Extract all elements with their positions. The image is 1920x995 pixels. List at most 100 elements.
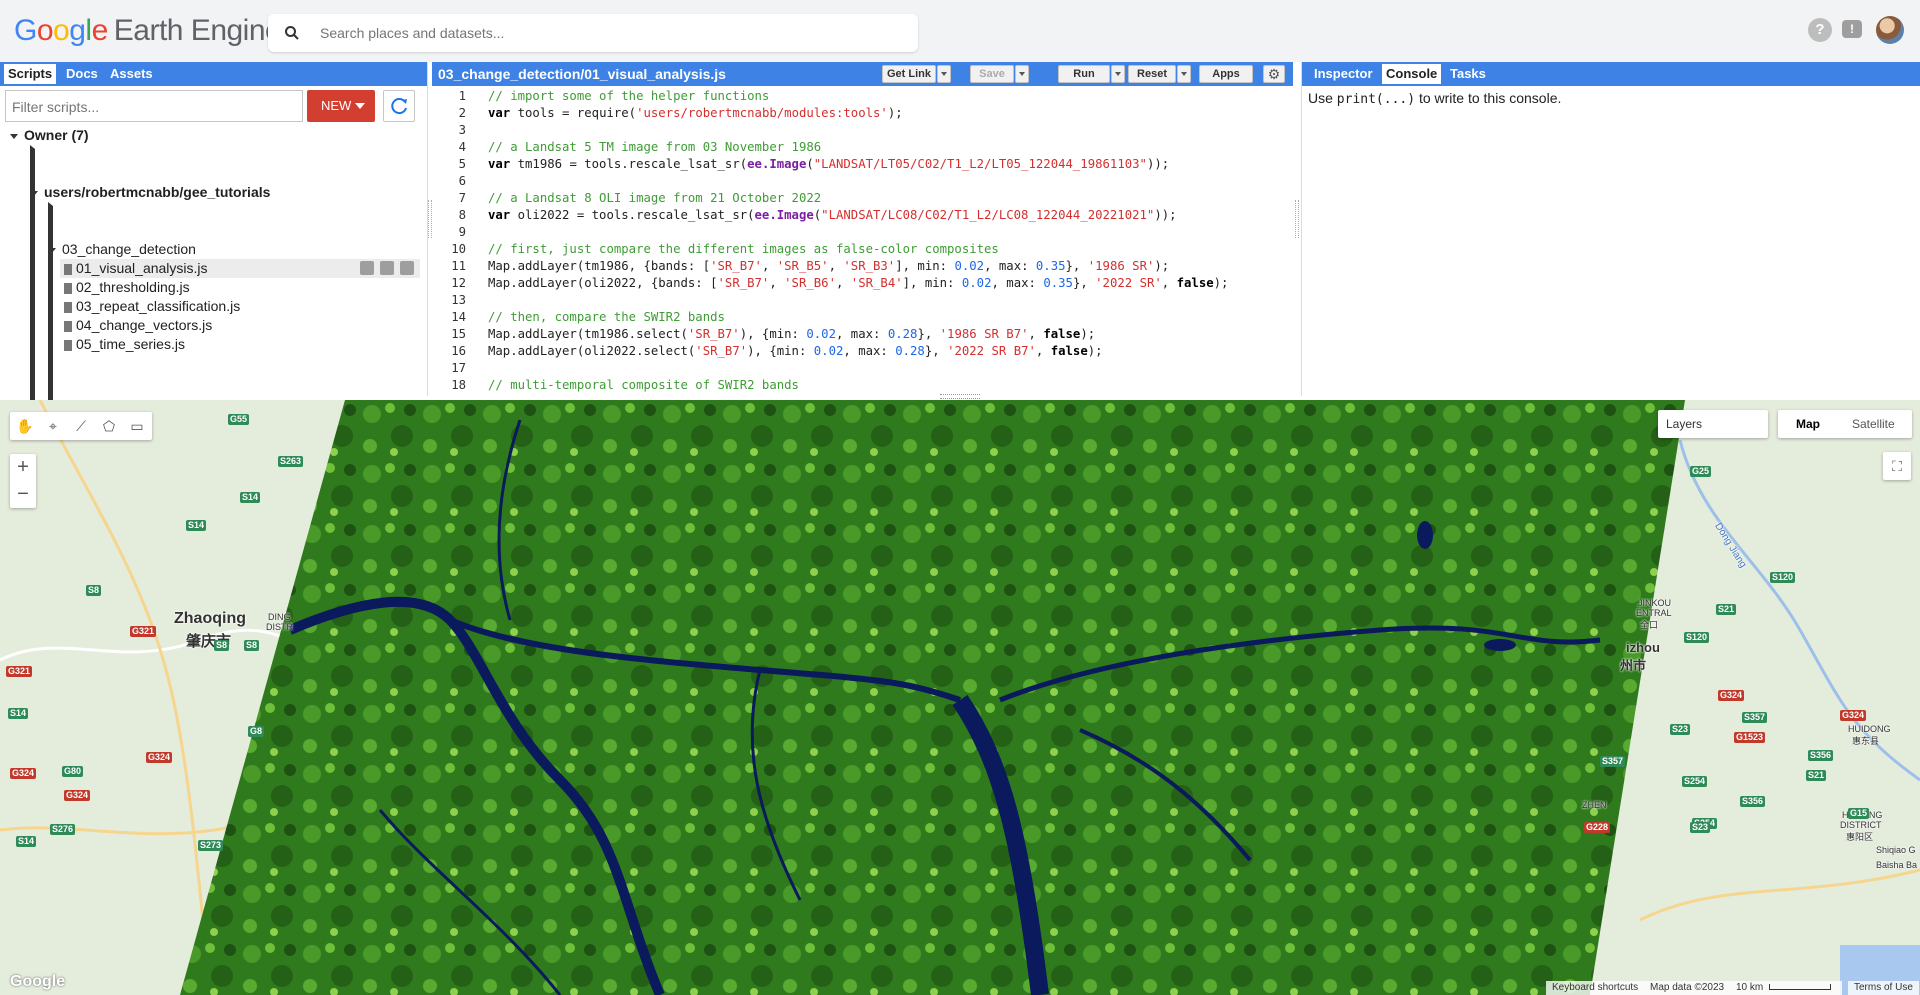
code-line[interactable]: var oli2022 = tools.rescale_lsat_sr(ee.I…: [488, 208, 1177, 222]
tab-inspector[interactable]: Inspector: [1310, 64, 1377, 84]
delete-icon[interactable]: [400, 261, 414, 275]
code-area[interactable]: 1 2 3 4 5 6 7 8 9 10 11 12 13 14 15 16 17 18 // import so…: [432, 86, 1293, 396]
earth-engine-logo[interactable]: Google Earth Engine: [14, 14, 282, 48]
caret-down-icon[interactable]: [10, 133, 18, 139]
code-line[interactable]: // first, just compare the different ima…: [488, 242, 999, 256]
code-line[interactable]: // a Landsat 5 TM image from 03 November…: [488, 140, 821, 154]
left-splitter[interactable]: [428, 200, 432, 238]
script-folder-item[interactable]: 05_advanced: [0, 373, 757, 707]
polygon-icon[interactable]: ⬠: [100, 417, 118, 435]
avatar[interactable]: [1876, 16, 1904, 44]
reset-button[interactable]: Reset: [1128, 65, 1176, 83]
keyboard-shortcuts-link[interactable]: Keyboard shortcuts: [1546, 981, 1645, 995]
logo-product-name: Earth Engine: [113, 14, 282, 47]
get-link-dropdown[interactable]: [937, 65, 951, 83]
tab-scripts[interactable]: Scripts: [4, 64, 57, 84]
search-bar[interactable]: [268, 14, 918, 52]
search-input[interactable]: [320, 22, 900, 44]
script-file-item[interactable]: 03_repeat_classification.js: [0, 297, 420, 316]
filter-box[interactable]: [5, 90, 303, 122]
save-button[interactable]: Save: [970, 65, 1014, 83]
code-token: 'SR_B4': [850, 276, 903, 290]
code-line[interactable]: Map.addLayer(oli2022.select('SR_B7'), {m…: [488, 344, 1103, 358]
marker-icon[interactable]: ⌖: [44, 417, 62, 435]
line-icon[interactable]: ⟋: [72, 417, 90, 435]
code-token: '2022 SR B7': [947, 344, 1036, 358]
reset-dropdown[interactable]: [1177, 65, 1191, 83]
code-line[interactable]: // import some of the helper functions: [488, 89, 769, 103]
reservoir: [1484, 639, 1516, 651]
apps-button[interactable]: Apps: [1199, 65, 1253, 83]
script-folder-item[interactable]: 02_image_classification: [0, 221, 822, 555]
filter-scripts-input[interactable]: [12, 99, 292, 115]
code-line[interactable]: Map.addLayer(tm1986, {bands: ['SR_B7', '…: [488, 259, 1169, 273]
map-resize-handle[interactable]: [940, 394, 980, 399]
zoom-in-button[interactable]: +: [10, 454, 36, 481]
code-token: // a Landsat 8 OLI image from 21 October…: [488, 191, 822, 205]
help-icon[interactable]: ?: [1808, 18, 1832, 42]
script-folder-item[interactable]: users/robertmcnabb/egm702: [0, 164, 846, 498]
code-token: );: [887, 106, 903, 120]
script-folder-item[interactable]: 01_getting_started: [0, 202, 789, 536]
code-line[interactable]: var tm1986 = tools.rescale_lsat_sr(ee.Im…: [488, 157, 1169, 171]
gear-icon[interactable]: ⚙: [1263, 65, 1285, 83]
code-token: var: [488, 106, 511, 120]
script-file-item[interactable]: 02_thresholding.js: [0, 278, 420, 297]
code-token: ,: [1028, 327, 1044, 341]
refresh-button[interactable]: [383, 90, 415, 122]
code-line[interactable]: // a Landsat 8 OLI image from 21 October…: [488, 191, 821, 205]
script-folder-item[interactable]: Owner (7): [0, 126, 420, 145]
layers-button[interactable]: Layers: [1658, 410, 1768, 438]
run-button[interactable]: Run: [1058, 65, 1110, 83]
terms-of-use-link[interactable]: Terms of Use: [1848, 981, 1919, 995]
new-button[interactable]: NEW: [307, 90, 375, 122]
script-file-item[interactable]: 04_change_vectors.js: [0, 316, 420, 335]
rename-icon[interactable]: [380, 261, 394, 275]
place-label: Baisha Ba: [1876, 860, 1918, 870]
line-number: 6: [458, 174, 466, 188]
caret-down-icon[interactable]: [48, 247, 56, 253]
code-line[interactable]: // then, compare the SWIR2 bands: [488, 310, 725, 324]
tab-docs[interactable]: Docs: [62, 64, 102, 84]
code-line[interactable]: // multi-temporal composite of SWIR2 ban…: [488, 378, 799, 392]
line-number: 12: [451, 276, 466, 290]
tab-tasks[interactable]: Tasks: [1446, 64, 1490, 84]
tab-console[interactable]: Console: [1382, 64, 1442, 84]
history-icon[interactable]: [360, 261, 374, 275]
tree-item-label: 04_change_vectors.js: [76, 317, 213, 333]
logo-letter: o: [36, 14, 54, 47]
line-number: 10: [451, 242, 466, 256]
caret-down-icon[interactable]: [30, 190, 38, 196]
pan-hand-icon[interactable]: ✋: [16, 417, 34, 435]
road-shield: S120: [1770, 572, 1796, 583]
map-view[interactable]: Zhaoqing 肇庆市 DING DISTR JINKOU ENTRAL 全口 izhou 州…: [0, 400, 1920, 995]
code-line[interactable]: Map.addLayer(tm1986.select('SR_B7'), {mi…: [488, 327, 1095, 341]
script-folder-item[interactable]: users/robertmcnabb/ee: [0, 145, 810, 479]
script-folder-item[interactable]: 03_change_detection: [0, 240, 420, 259]
top-header: GoogleEarth Engine ? !: [0, 0, 1920, 62]
script-file-item[interactable]: 05_time_series.js: [0, 335, 420, 354]
code-line[interactable]: var tools = require('users/robertmcnabb/…: [488, 106, 903, 120]
file-icon: [64, 301, 72, 313]
map-type-satellite[interactable]: Satellite: [1852, 410, 1895, 438]
rectangle-icon[interactable]: ▭: [128, 417, 146, 435]
tab-assets[interactable]: Assets: [106, 64, 157, 84]
code-token: ), {min:: [739, 327, 807, 341]
road-shield: S14: [16, 836, 37, 847]
code-token: (: [806, 157, 814, 171]
fullscreen-icon[interactable]: ⛶: [1883, 452, 1911, 480]
script-file-item[interactable]: 01_visual_analysis.js: [60, 259, 420, 278]
get-link-button[interactable]: Get Link: [882, 65, 936, 83]
feedback-icon[interactable]: !: [1842, 20, 1862, 38]
save-dropdown[interactable]: [1015, 65, 1029, 83]
run-dropdown[interactable]: [1111, 65, 1125, 83]
code-line[interactable]: Map.addLayer(oli2022, {bands: ['SR_B7' , …: [488, 276, 1228, 290]
new-button-label: NEW: [321, 98, 352, 113]
map-type-map[interactable]: Map: [1796, 410, 1820, 438]
road-shield: G321: [6, 666, 33, 677]
zoom-out-button[interactable]: −: [10, 481, 36, 508]
script-folder-item[interactable]: users/robertmcnabb/gee_tutorials: [0, 183, 420, 202]
script-folder-item[interactable]: 04_image_enhancement: [0, 354, 827, 688]
road-shield: S120: [1684, 632, 1710, 643]
right-splitter[interactable]: [1295, 200, 1299, 238]
